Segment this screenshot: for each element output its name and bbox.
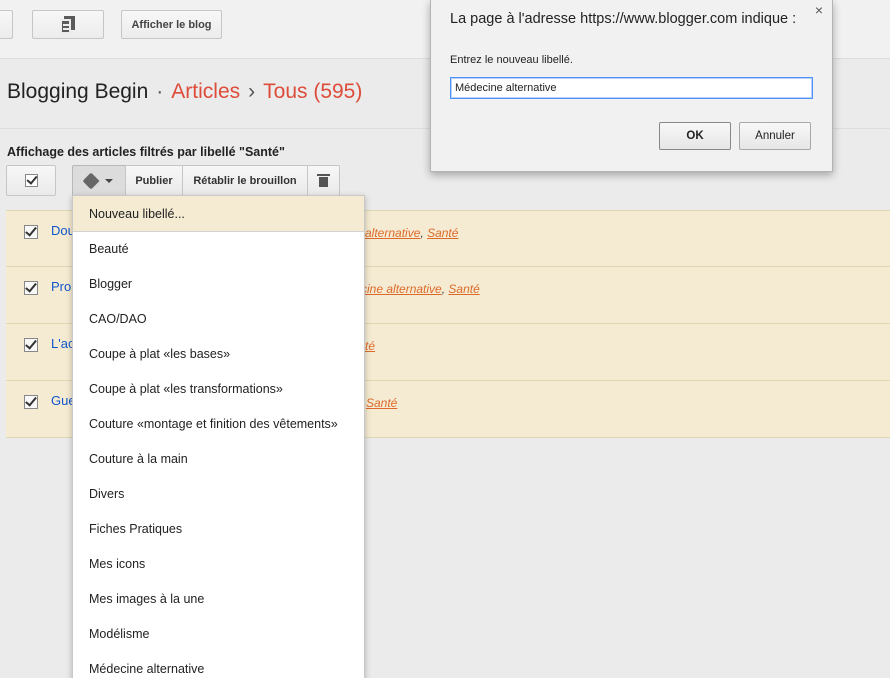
select-all-checkbox[interactable] <box>6 165 56 196</box>
delete-button[interactable] <box>307 165 340 196</box>
label-separator: , <box>441 282 446 296</box>
label-dropdown-button[interactable] <box>72 165 126 196</box>
post-labels: alternative, Santé <box>365 226 458 240</box>
dialog-title: La page à l'adresse https://www.blogger.… <box>450 11 797 27</box>
dialog-prompt-text: Entrez le nouveau libellé. <box>450 54 573 66</box>
post-labels: cine alternative, Santé <box>361 282 480 296</box>
new-label-input[interactable] <box>450 77 813 99</box>
label-menu-item[interactable]: Coupe à plat «les bases» <box>73 337 364 372</box>
label-menu: Nouveau libellé... Beauté Blogger CAO/DA… <box>72 195 365 678</box>
breadcrumb-articles[interactable]: Articles <box>171 80 240 103</box>
checkbox-checked-icon <box>24 174 38 187</box>
label-menu-item[interactable]: Coupe à plat «les transformations» <box>73 372 364 407</box>
label-menu-item[interactable]: Mes images à la une <box>73 582 364 617</box>
post-labels: Santé <box>366 396 397 410</box>
revert-to-draft-button[interactable]: Rétablir le brouillon <box>182 165 308 196</box>
post-label-link[interactable]: Santé <box>427 226 458 240</box>
label-menu-item[interactable]: Modélisme <box>73 617 364 652</box>
post-label-link[interactable]: alternative <box>365 226 420 240</box>
post-checkbox[interactable] <box>24 225 38 239</box>
view-blog-button[interactable]: Afficher le blog <box>121 10 222 39</box>
post-title[interactable]: L'ac <box>51 336 74 351</box>
blog-name: Blogging Begin <box>7 80 149 103</box>
label-menu-item[interactable]: Médecine alternative <box>73 652 364 678</box>
label-menu-item[interactable]: Mes icons <box>73 547 364 582</box>
label-separator: , <box>420 226 424 240</box>
label-menu-item[interactable]: Couture à la main <box>73 442 364 477</box>
chevron-down-icon <box>105 178 113 183</box>
post-checkbox[interactable] <box>24 281 38 295</box>
post-title[interactable]: Pro <box>51 279 71 294</box>
page-breadcrumb: Blogging Begin · Articles › Tous (595) <box>7 80 362 104</box>
trash-icon <box>317 174 330 187</box>
copy-icon <box>60 15 76 34</box>
label-menu-item[interactable]: Divers <box>73 477 364 512</box>
cancel-button[interactable]: Annuler <box>739 122 811 150</box>
close-icon[interactable]: × <box>815 2 823 18</box>
prompt-dialog: La page à l'adresse https://www.blogger.… <box>430 0 833 172</box>
ok-button[interactable]: OK <box>659 122 731 150</box>
tag-icon <box>82 172 100 189</box>
label-menu-item[interactable]: Couture «montage et finition des vêtemen… <box>73 407 364 442</box>
post-checkbox[interactable] <box>24 338 38 352</box>
post-label-link[interactable]: Santé <box>366 396 397 410</box>
publish-button[interactable]: Publier <box>125 165 183 196</box>
label-menu-item[interactable]: Fiches Pratiques <box>73 512 364 547</box>
post-checkbox[interactable] <box>24 395 38 409</box>
label-menu-item[interactable]: Beauté <box>73 232 364 267</box>
breadcrumb-separator: · <box>156 80 164 103</box>
post-label-link[interactable]: té <box>365 339 375 353</box>
copy-button[interactable] <box>32 10 104 39</box>
label-menu-item[interactable]: Blogger <box>73 267 364 302</box>
post-labels: té <box>365 339 375 353</box>
post-label-link[interactable]: cine alternative <box>361 282 442 296</box>
label-menu-item[interactable]: CAO/DAO <box>73 302 364 337</box>
breadcrumb-filter-all[interactable]: Tous (595) <box>263 80 362 103</box>
post-label-link[interactable]: Santé <box>448 282 479 296</box>
filter-description: Affichage des articles filtrés par libel… <box>7 145 285 159</box>
breadcrumb-arrow: › <box>248 80 256 103</box>
toolbar-partial-button[interactable] <box>0 10 13 39</box>
new-label-item[interactable]: Nouveau libellé... <box>73 196 364 232</box>
